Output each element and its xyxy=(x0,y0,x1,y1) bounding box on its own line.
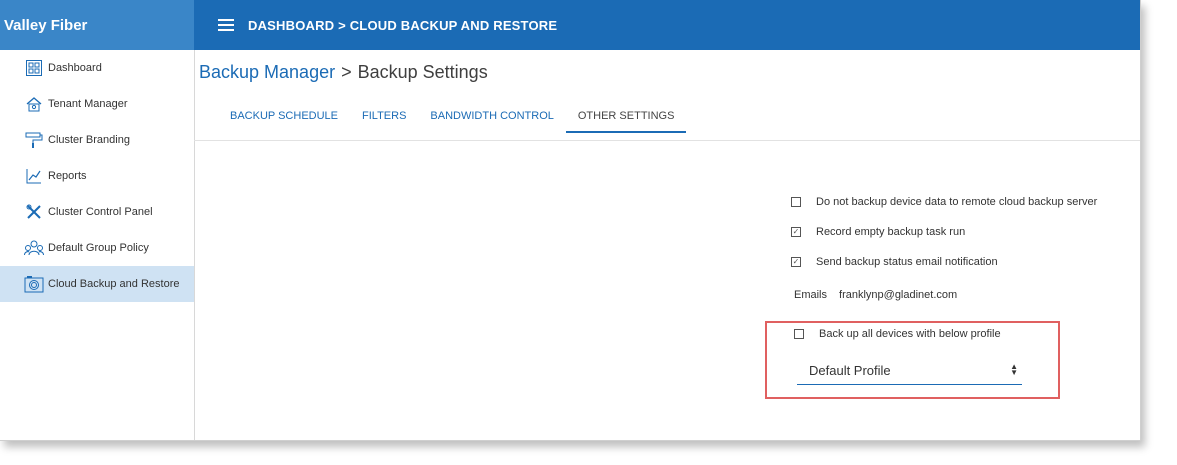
option-no-remote-backup: Do not backup device data to remote clou… xyxy=(791,196,1097,208)
breadcrumb: DASHBOARD > CLOUD BACKUP AND RESTORE xyxy=(248,17,558,33)
page-title: Backup Manager > Backup Settings xyxy=(199,62,488,83)
sidebar-item-cloud-backup-and-restore[interactable]: Cloud Backup and Restore xyxy=(0,266,194,302)
sidebar-item-default-group-policy[interactable]: Default Group Policy xyxy=(0,230,194,266)
record-empty-label: Record empty backup task run xyxy=(816,226,966,238)
camera-icon xyxy=(24,275,44,293)
backup-all-devices-label: Back up all devices with below profile xyxy=(819,328,1001,340)
select-arrows-icon: ▲ ▼ xyxy=(1010,362,1018,377)
sidebar: Valley Fiber Dashboard Tenant Manager Cl… xyxy=(0,0,195,440)
sidebar-item-label: Dashboard xyxy=(48,62,102,74)
tab-divider xyxy=(194,140,1140,141)
emails-value[interactable]: franklynp@gladinet.com xyxy=(839,289,957,301)
emails-row: Emails franklynp@gladinet.com xyxy=(794,289,957,301)
sidebar-item-cluster-branding[interactable]: Cluster Branding xyxy=(0,122,194,158)
dashboard-icon xyxy=(24,59,44,77)
option-record-empty: ✓ Record empty backup task run xyxy=(791,226,965,238)
page-title-current: Backup Settings xyxy=(357,62,488,82)
title-separator: > xyxy=(341,62,352,82)
tenant-icon xyxy=(24,95,44,113)
send-email-label: Send backup status email notification xyxy=(816,256,998,268)
profile-select[interactable]: Default Profile ▲ ▼ xyxy=(797,356,1022,385)
sidebar-item-label: Cluster Branding xyxy=(48,134,130,146)
backup-all-devices-checkbox[interactable] xyxy=(794,329,804,339)
tab-other-settings[interactable]: OTHER SETTINGS xyxy=(565,98,687,133)
settings-tabs: BACKUP SCHEDULE FILTERS BANDWIDTH CONTRO… xyxy=(218,98,687,133)
tab-bandwidth-control[interactable]: BANDWIDTH CONTROL xyxy=(418,98,565,133)
send-email-checkbox[interactable]: ✓ xyxy=(791,257,801,267)
sidebar-list: Dashboard Tenant Manager Cluster Brandin… xyxy=(0,50,194,302)
sidebar-item-dashboard[interactable]: Dashboard xyxy=(0,50,194,86)
main-content: Backup Manager > Backup Settings BACKUP SC… xyxy=(194,50,1140,440)
sidebar-item-label: Reports xyxy=(48,170,87,182)
sidebar-item-label: Cluster Control Panel xyxy=(48,206,153,218)
sidebar-item-label: Cloud Backup and Restore xyxy=(48,278,180,290)
paint-roller-icon xyxy=(24,131,44,149)
profile-select-value: Default Profile xyxy=(809,362,891,378)
app-window: Valley Fiber Dashboard Tenant Manager Cl… xyxy=(0,0,1141,441)
tab-filters[interactable]: FILTERS xyxy=(350,98,418,133)
option-send-email: ✓ Send backup status email notification xyxy=(791,256,998,268)
record-empty-checkbox[interactable]: ✓ xyxy=(791,227,801,237)
sidebar-item-label: Default Group Policy xyxy=(48,242,149,254)
no-remote-backup-label: Do not backup device data to remote clou… xyxy=(816,196,1098,208)
sidebar-item-label: Tenant Manager xyxy=(48,98,128,110)
brand-logo: Valley Fiber xyxy=(0,0,194,50)
menu-icon[interactable] xyxy=(218,16,234,34)
emails-label: Emails xyxy=(794,289,828,301)
sidebar-item-reports[interactable]: Reports xyxy=(0,158,194,194)
tools-icon xyxy=(24,203,44,221)
backup-manager-link[interactable]: Backup Manager xyxy=(199,62,335,82)
option-backup-all-devices: Back up all devices with below profile xyxy=(794,328,1001,340)
top-header: DASHBOARD > CLOUD BACKUP AND RESTORE xyxy=(194,0,1140,50)
group-icon xyxy=(24,239,44,257)
chart-icon xyxy=(24,167,44,185)
no-remote-backup-checkbox[interactable] xyxy=(791,197,801,207)
sidebar-item-tenant-manager[interactable]: Tenant Manager xyxy=(0,86,194,122)
sidebar-item-cluster-control-panel[interactable]: Cluster Control Panel xyxy=(0,194,194,230)
tab-backup-schedule[interactable]: BACKUP SCHEDULE xyxy=(218,98,350,133)
